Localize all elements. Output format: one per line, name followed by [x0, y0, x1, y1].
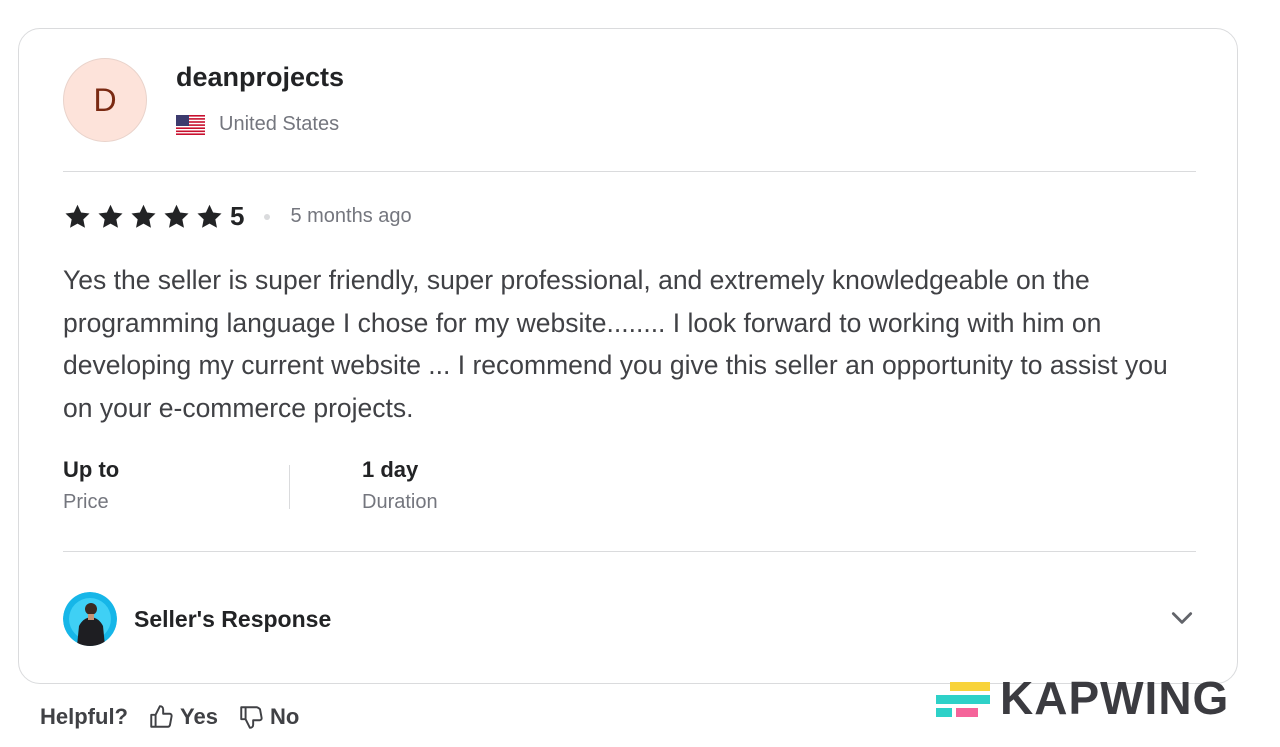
star-icon — [65, 204, 90, 228]
seller-avatar — [63, 592, 117, 646]
details-divider — [63, 551, 1196, 552]
review-card: D deanprojects United States 5 5 months … — [18, 28, 1238, 684]
separator-dot — [264, 213, 271, 220]
header-divider — [63, 171, 1196, 172]
star-rating — [63, 203, 224, 231]
helpful-no-button[interactable]: No — [238, 704, 299, 730]
helpful-question: Helpful? — [40, 704, 128, 729]
avatar-letter: D — [93, 81, 117, 118]
seller-response-label: Seller's Response — [134, 605, 332, 632]
us-flag-icon — [176, 114, 205, 135]
reviewer-country: United States — [176, 113, 339, 136]
seller-response-toggle[interactable]: Seller's Response — [63, 591, 1195, 647]
helpful-no-label: No — [269, 704, 300, 729]
duration-value: 1 day — [362, 457, 419, 482]
kapwing-wordmark: KAPWING — [1000, 672, 1230, 724]
kapwing-logo-icon — [936, 682, 990, 717]
details-separator — [289, 465, 290, 509]
thumbs-down-icon — [240, 706, 263, 729]
star-icon — [164, 204, 189, 228]
chevron-down-icon[interactable] — [1169, 605, 1195, 631]
star-icon — [131, 204, 156, 228]
reviewer-avatar: D — [63, 58, 147, 142]
star-icon — [98, 204, 123, 228]
rating-value: 5 — [230, 201, 245, 231]
kapwing-watermark: KAPWING — [936, 671, 1229, 725]
review-text: Yes the seller is super friendly, super … — [63, 265, 1168, 423]
helpful-yes-button[interactable]: Yes — [148, 704, 218, 730]
helpful-row: Helpful? Yes No — [40, 704, 299, 730]
review-time: 5 months ago — [290, 205, 412, 227]
price-value: Up to — [63, 457, 120, 482]
price-info: Up to Price — [63, 455, 119, 514]
duration-info: 1 day Duration — [362, 455, 438, 514]
thumbs-up-icon — [150, 705, 173, 728]
country-name: United States — [219, 113, 340, 135]
price-label: Price — [63, 491, 109, 513]
rating-row: 5 5 months ago — [63, 201, 412, 232]
reviewer-username[interactable]: deanprojects — [176, 62, 344, 93]
duration-label: Duration — [362, 491, 438, 513]
helpful-yes-label: Yes — [180, 704, 218, 729]
star-icon — [197, 204, 222, 228]
